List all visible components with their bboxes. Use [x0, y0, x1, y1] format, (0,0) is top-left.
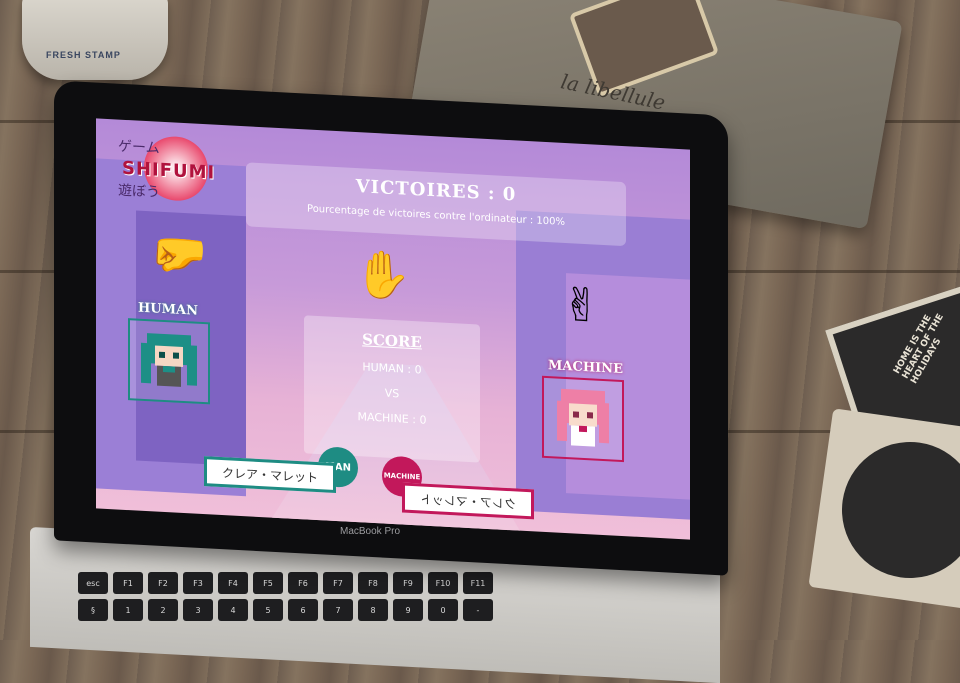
score-panel: SCORE HUMAN : 0 VS MACHINE : 0 — [304, 315, 480, 463]
keyboard-key: F6 — [288, 572, 318, 594]
keyboard-key: 9 — [393, 599, 423, 621]
keyboard-key: 6 — [288, 599, 318, 621]
logo-kana-top: ゲーム — [118, 138, 160, 157]
human-label: HUMAN — [138, 300, 198, 319]
coaster-light — [808, 408, 960, 612]
keyboard-key: § — [78, 599, 108, 621]
paper-hand-button[interactable]: ✋ — [354, 246, 411, 304]
versus-label: VS — [384, 386, 400, 401]
human-avatar — [128, 318, 210, 405]
game-screen: ゲーム SHIFUMI 遊ぼう VICTOIRES : 0 Pourcentag… — [96, 118, 690, 540]
keyboard-key: 8 — [358, 599, 388, 621]
keyboard-row-numbers: § 1 2 3 4 5 6 7 8 9 0- — [78, 599, 678, 621]
score-title: SCORE — [362, 330, 422, 352]
keyboard-key: 5 — [253, 599, 283, 621]
scissors-hand-button[interactable]: ✌ — [562, 277, 601, 333]
machine-pixel-character-icon — [557, 388, 609, 447]
keyboard-key: F8 — [358, 572, 388, 594]
human-pixel-character-icon — [141, 333, 197, 387]
victories-panel: VICTOIRES : 0 Pourcentage de victoires c… — [246, 162, 626, 247]
keyboard-key: F11 — [463, 572, 493, 594]
keyboard: esc F1 F2 F3 F4 F5 F6 F7 F8 F9 F10 F11 § 1 2 3 4 5 6 7 8 9 0- — [78, 572, 678, 626]
keyboard-key: F10 — [428, 572, 458, 594]
keyboard-key: F4 — [218, 572, 248, 594]
keyboard-key: F5 — [253, 572, 283, 594]
laptop-brand: MacBook Pro — [340, 526, 401, 537]
keyboard-key: 3 — [183, 599, 213, 621]
keyboard-key: - — [463, 599, 493, 621]
logo-kana-bottom: 遊ぼう — [118, 182, 160, 201]
keyboard-key: F2 — [148, 572, 178, 594]
machine-score: MACHINE : 0 — [357, 410, 427, 427]
jar-label: FRESH STAMP — [46, 50, 121, 60]
rock-hand-button[interactable]: 🤛 — [150, 225, 207, 283]
keyboard-key: 7 — [323, 599, 353, 621]
keyboard-key: esc — [78, 572, 108, 594]
keyboard-key: F7 — [323, 572, 353, 594]
keyboard-key: F9 — [393, 572, 423, 594]
keyboard-key: F1 — [113, 572, 143, 594]
human-score: HUMAN : 0 — [362, 360, 422, 377]
shifumi-logo: ゲーム SHIFUMI 遊ぼう — [116, 129, 215, 206]
keyboard-key: F3 — [183, 572, 213, 594]
keyboard-key: 1 — [113, 599, 143, 621]
keyboard-key: 2 — [148, 599, 178, 621]
keyboard-key: 0 — [428, 599, 458, 621]
machine-avatar — [542, 375, 624, 463]
keyboard-key: 4 — [218, 599, 248, 621]
keyboard-row-function: esc F1 F2 F3 F4 F5 F6 F7 F8 F9 F10 F11 — [78, 572, 678, 594]
stamp-jar — [22, 0, 168, 80]
